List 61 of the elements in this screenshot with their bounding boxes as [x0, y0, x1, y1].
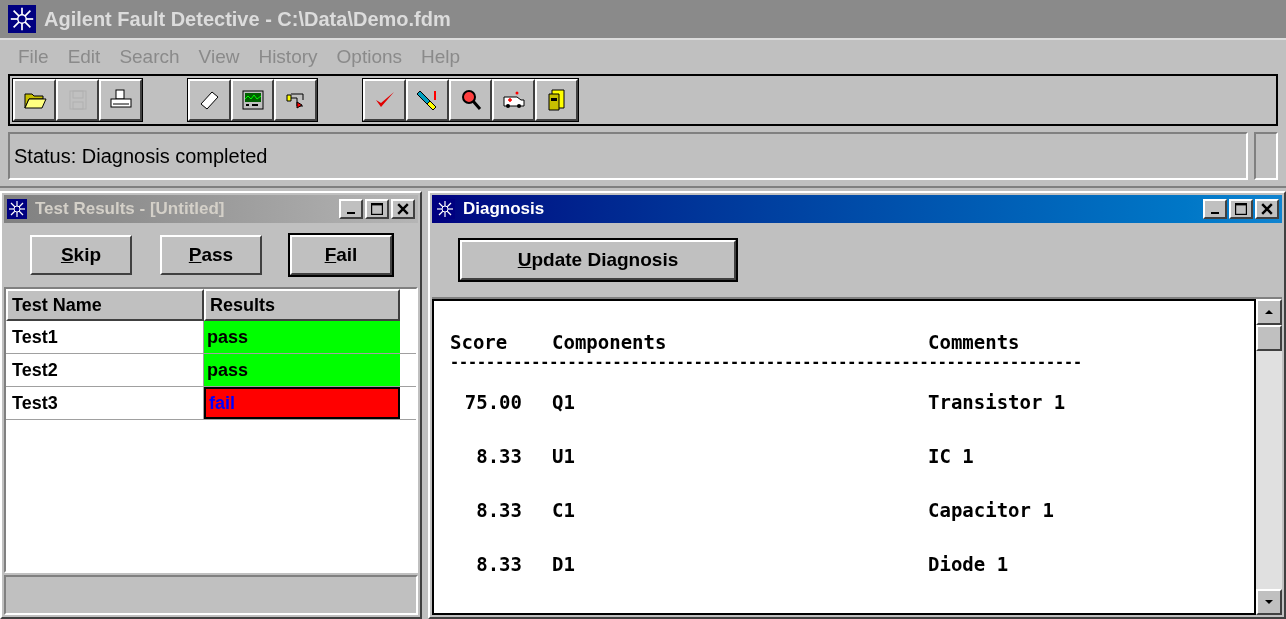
star-logo-icon	[435, 199, 455, 219]
result-button[interactable]: Fail	[290, 235, 392, 275]
close-button[interactable]	[391, 199, 415, 219]
maximize-icon	[1235, 203, 1247, 215]
result-button[interactable]: Pass	[160, 235, 262, 275]
toolbar-button[interactable]	[406, 79, 449, 121]
scroll-up-button[interactable]	[1256, 299, 1282, 325]
toolbar-button[interactable]	[535, 79, 578, 121]
scroll-thumb[interactable]	[1256, 325, 1282, 351]
down-arrow-icon	[1265, 600, 1273, 604]
toolbar-button[interactable]	[274, 79, 317, 121]
component-cell-text: U1	[552, 443, 576, 469]
close-icon	[1261, 203, 1273, 215]
status-panel	[1254, 132, 1278, 180]
comment-cell-text: IC 1	[928, 443, 974, 469]
update-diagnosis-button[interactable]: Update Diagnosis	[460, 240, 736, 280]
column-header[interactable]: Results	[204, 289, 400, 321]
score-cell-text: 8.33	[475, 443, 522, 469]
child-window-title: Test Results - [Untitled]	[35, 198, 225, 221]
separator-line: ----------------------------------------------------------------------	[450, 357, 1084, 373]
column-header: Components	[552, 329, 668, 355]
result-button[interactable]: Skip	[30, 235, 132, 275]
toolbar-button[interactable]	[492, 79, 535, 121]
maximize-icon	[371, 203, 383, 215]
toolbar-button[interactable]	[449, 79, 492, 121]
column-header: Comments	[928, 329, 1020, 355]
comment-cell-text: Capacitor 1	[928, 497, 1054, 523]
toolbar-button[interactable]	[99, 79, 142, 121]
child-window-title: Diagnosis	[463, 198, 545, 221]
result-cell: pass	[204, 321, 400, 353]
maximize-button[interactable]	[365, 199, 389, 219]
toolbar-button[interactable]	[188, 79, 231, 121]
minimize-button[interactable]	[339, 199, 363, 219]
close-button[interactable]	[1255, 199, 1279, 219]
up-arrow-icon	[1265, 310, 1273, 314]
toolbar-button[interactable]	[13, 79, 56, 121]
maximize-button[interactable]	[1229, 199, 1253, 219]
star-logo-icon	[7, 199, 27, 219]
toolbar-button[interactable]	[231, 79, 274, 121]
score-cell-text: 8.33	[475, 497, 522, 523]
scroll-down-button[interactable]	[1256, 589, 1282, 615]
score-cell-text: 75.00	[463, 389, 522, 415]
toolbar-button[interactable]	[363, 79, 406, 121]
component-cell-text: D1	[552, 551, 576, 577]
component-cell-text: C1	[552, 497, 576, 523]
column-header: Score	[450, 329, 509, 355]
minimize-icon	[1211, 212, 1219, 214]
score-cell-text: 8.33	[475, 551, 522, 577]
column-header[interactable]: Test Name	[6, 289, 204, 321]
oscilloscope-icon	[240, 88, 265, 112]
status-text: Status: Diagnosis completed	[14, 144, 268, 169]
result-cell: fail	[204, 387, 400, 419]
minimize-icon	[347, 212, 355, 214]
close-icon	[397, 203, 409, 215]
component-cell-text: Q1	[552, 389, 576, 415]
result-cell: pass	[204, 354, 400, 386]
minimize-button[interactable]	[1203, 199, 1227, 219]
star-logo-icon	[8, 5, 36, 33]
comment-cell-text: Transistor 1	[928, 389, 1066, 415]
comment-cell-text: Diode 1	[928, 551, 1009, 577]
window-title: Agilent Fault Detective - C:\Data\Demo.fdm	[44, 7, 451, 32]
